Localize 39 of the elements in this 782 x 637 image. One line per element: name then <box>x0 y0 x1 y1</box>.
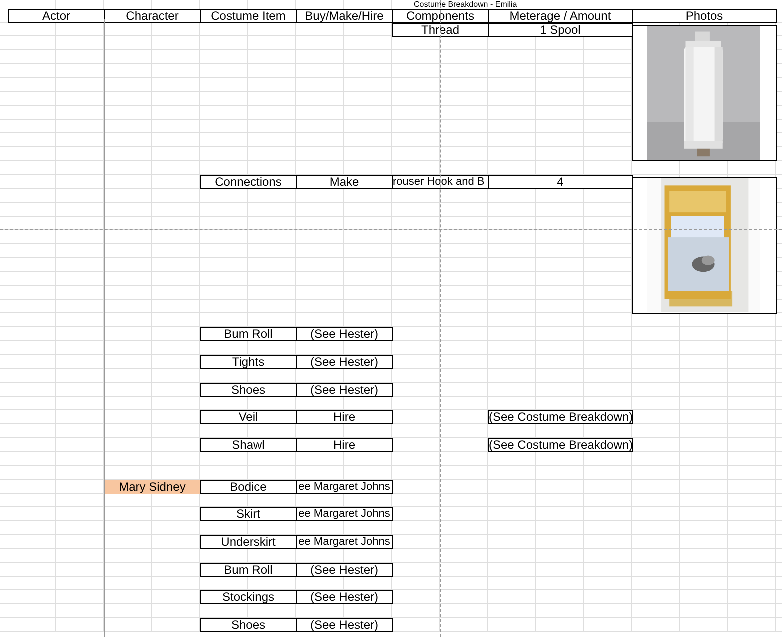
buy-make-hire-cell: ee Margaret Johns <box>296 507 393 522</box>
column-header: Photos <box>632 9 777 23</box>
costume-item-cell: Bodice <box>200 480 297 494</box>
meterage-cell: 1 Spool <box>488 22 633 37</box>
costume-item-cell: Stockings <box>200 590 297 604</box>
buy-make-hire-cell: Hire <box>296 438 393 452</box>
costume-item-cell: Shoes <box>200 618 297 632</box>
costume-item-cell: Shoes <box>200 382 297 397</box>
buy-make-hire-cell: ee Margaret Johns <box>296 480 393 494</box>
buy-make-hire-cell: (See Hester) <box>296 562 393 577</box>
buy-make-hire-cell: (See Hester) <box>296 327 393 342</box>
costume-item-cell: Skirt <box>200 507 297 522</box>
meterage-cell: (See Costume Breakdown) <box>488 438 633 452</box>
costume-item-cell: Underskirt <box>200 535 297 549</box>
buy-make-hire-cell: Make <box>296 175 393 189</box>
costume-item-cell: Bum Roll <box>200 562 297 577</box>
costume-item-cell: Bum Roll <box>200 327 297 342</box>
column-header: Character <box>104 9 201 23</box>
costume-item-cell: Connections <box>200 175 297 189</box>
buy-make-hire-cell: (See Hester) <box>296 590 393 604</box>
character-cell: Mary Sidney <box>104 480 201 494</box>
buy-make-hire-cell: ee Margaret Johns <box>296 535 393 549</box>
buy-make-hire-cell: Hire <box>296 410 393 424</box>
costume-item-cell: Tights <box>200 355 297 369</box>
costume-item-cell: Veil <box>200 410 297 424</box>
components-cell: Thread <box>392 22 489 37</box>
column-header: Meterage / Amount <box>488 9 633 23</box>
meterage-cell: 4 <box>488 175 633 189</box>
meterage-cell: (See Costume Breakdown) <box>488 410 633 424</box>
sheet-title: Costume Breakdown - Emilia <box>392 0 776 9</box>
column-header: Buy/Make/Hire <box>296 9 393 23</box>
costume-item-cell: Shawl <box>200 438 297 452</box>
column-header: Costume Item <box>200 9 297 23</box>
buy-make-hire-cell: (See Hester) <box>296 618 393 632</box>
buy-make-hire-cell: (See Hester) <box>296 355 393 369</box>
components-cell: rouser Hook and B <box>392 175 489 189</box>
column-header: Components <box>392 9 489 23</box>
column-header: Actor <box>8 9 105 23</box>
buy-make-hire-cell: (See Hester) <box>296 382 393 397</box>
